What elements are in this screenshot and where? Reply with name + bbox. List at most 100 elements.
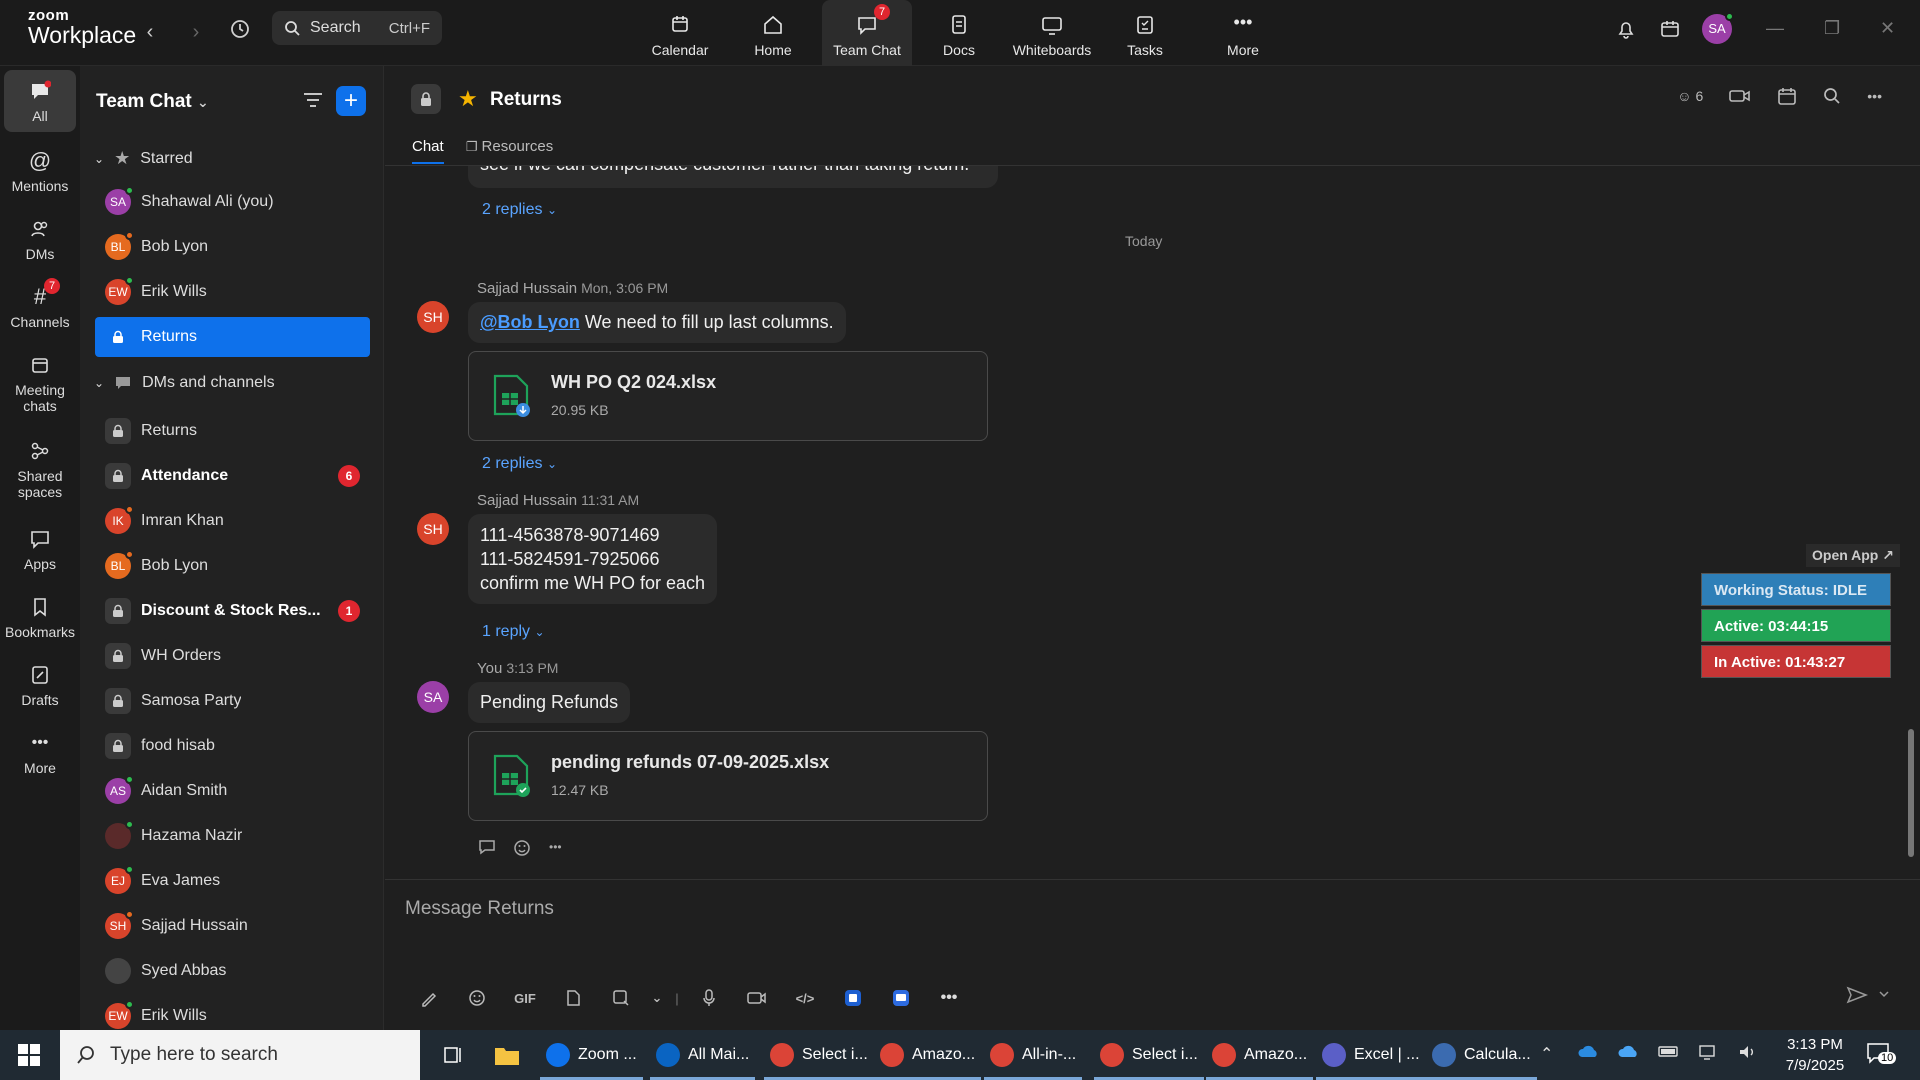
search-box[interactable]: Search Ctrl+F xyxy=(272,11,442,45)
replies-link[interactable]: 2 replies ⌄ xyxy=(482,455,557,473)
calendar-app-icon[interactable] xyxy=(1656,18,1684,46)
taskbar-app[interactable]: All-in-... xyxy=(984,1030,1083,1080)
open-app-button[interactable]: Open App ↗ xyxy=(1806,544,1900,567)
file-attachment[interactable]: WH PO Q2 024.xlsx 20.95 KB xyxy=(468,351,988,441)
sender-name[interactable]: You xyxy=(477,660,502,677)
app-shortcut-icon[interactable] xyxy=(829,986,877,1010)
screenshot-icon[interactable] xyxy=(597,986,645,1010)
list-item[interactable]: AS Aidan Smith xyxy=(95,771,370,811)
zoom-app-icon[interactable] xyxy=(877,986,925,1010)
taskbar-app[interactable]: Select i... xyxy=(1094,1030,1204,1080)
list-item[interactable]: BL Bob Lyon xyxy=(95,546,370,586)
star-icon[interactable]: ★ xyxy=(458,86,478,112)
taskbar-app[interactable]: Amazo... xyxy=(1206,1030,1314,1080)
onedrive-icon[interactable] xyxy=(1578,1044,1600,1063)
nav-tasks[interactable]: Tasks xyxy=(1100,0,1190,66)
message-bubble[interactable]: Pending Refunds xyxy=(468,682,631,723)
onedrive-personal-icon[interactable] xyxy=(1618,1044,1640,1063)
video-message-icon[interactable] xyxy=(733,986,781,1010)
rail-channels[interactable]: # 7 Channels xyxy=(4,278,76,330)
list-item[interactable]: Returns xyxy=(95,317,370,357)
battery-icon[interactable] xyxy=(1658,1044,1680,1063)
forward-arrow-icon[interactable]: › xyxy=(182,18,210,46)
maximize-icon[interactable]: ❐ xyxy=(1824,18,1840,39)
list-item[interactable]: Syed Abbas xyxy=(95,951,370,991)
taskbar-app[interactable]: Excel | ... xyxy=(1316,1030,1426,1080)
nav-calendar[interactable]: Calendar xyxy=(635,0,725,66)
code-snippet-icon[interactable]: </> xyxy=(781,986,829,1010)
more-options-icon[interactable]: ••• xyxy=(1867,88,1882,104)
history-icon[interactable] xyxy=(226,18,254,46)
sender-avatar[interactable]: SA xyxy=(417,681,449,713)
sender-name[interactable]: Sajjad Hussain xyxy=(477,280,577,297)
message-bubble[interactable]: 111-4563878-9071469 111-5824591-7925066 … xyxy=(468,514,718,604)
replies-link[interactable]: 1 reply ⌄ xyxy=(482,623,545,641)
list-item[interactable]: WH Orders xyxy=(95,636,370,676)
taskbar-app[interactable]: Amazo... xyxy=(874,1030,982,1080)
rail-shared-spaces[interactable]: Shared spaces xyxy=(4,438,76,500)
close-icon[interactable]: ✕ xyxy=(1880,18,1895,39)
video-icon[interactable] xyxy=(1729,88,1751,104)
volume-icon[interactable] xyxy=(1738,1044,1758,1065)
microphone-icon[interactable] xyxy=(685,986,733,1010)
user-avatar[interactable]: SA xyxy=(1702,12,1734,44)
list-item[interactable]: EJ Eva James xyxy=(95,861,370,901)
sidebar-title[interactable]: Team Chat ⌄ xyxy=(96,91,209,113)
nav-docs[interactable]: Docs xyxy=(914,0,1004,66)
list-item[interactable]: EW Erik Wills xyxy=(95,996,370,1030)
reply-icon[interactable] xyxy=(477,838,497,856)
list-item[interactable]: SA Shahawal Ali (you) xyxy=(95,182,370,222)
list-item[interactable]: EW Erik Wills xyxy=(95,272,370,312)
taskbar-app[interactable]: Calcula... xyxy=(1426,1030,1537,1080)
members-button[interactable]: ☺ 6 xyxy=(1677,88,1703,104)
system-clock[interactable]: 3:13 PM 7/9/2025 xyxy=(1782,1034,1848,1076)
rail-apps[interactable]: Apps xyxy=(4,526,76,572)
list-item[interactable]: Hazama Nazir xyxy=(95,816,370,856)
more-options-icon[interactable]: ••• xyxy=(549,838,562,858)
message-bubble[interactable]: @Bob Lyon We need to fill up last column… xyxy=(468,302,846,343)
rail-dms[interactable]: DMs xyxy=(4,216,76,262)
section-starred[interactable]: ⌄ ★ Starred xyxy=(94,148,193,169)
list-item[interactable]: food hisab xyxy=(95,726,370,766)
rail-meeting-chats[interactable]: Meeting chats xyxy=(4,352,76,414)
tab-chat[interactable]: Chat xyxy=(412,138,444,164)
mention-link[interactable]: @Bob Lyon xyxy=(480,312,580,332)
file-attachment[interactable]: pending refunds 07-09-2025.xlsx 12.47 KB xyxy=(468,731,988,821)
search-icon[interactable] xyxy=(1823,87,1841,105)
message-bubble-partial[interactable]: see if we can compensate customer rather… xyxy=(468,166,998,188)
send-button[interactable] xyxy=(1846,984,1890,1011)
nav-team-chat[interactable]: 7 Team Chat xyxy=(822,0,912,66)
list-item[interactable]: IK Imran Khan xyxy=(95,501,370,541)
channel-name[interactable]: Returns xyxy=(490,89,562,111)
section-dms-channels[interactable]: ⌄ DMs and channels xyxy=(94,374,275,392)
sender-avatar[interactable]: SH xyxy=(417,513,449,545)
emoji-icon[interactable] xyxy=(453,986,501,1010)
message-input[interactable] xyxy=(405,894,1805,924)
sender-name[interactable]: Sajjad Hussain xyxy=(477,492,577,509)
rail-bookmarks[interactable]: Bookmarks xyxy=(4,594,76,640)
file-explorer-icon[interactable] xyxy=(488,1030,526,1080)
rail-more[interactable]: ••• More xyxy=(4,730,76,776)
minimize-icon[interactable]: — xyxy=(1766,18,1784,39)
gif-button[interactable]: GIF xyxy=(501,986,549,1010)
task-view-icon[interactable] xyxy=(436,1030,470,1080)
rail-drafts[interactable]: Drafts xyxy=(4,662,76,708)
taskbar-app[interactable]: Zoom ... xyxy=(540,1030,643,1080)
windows-start-icon[interactable] xyxy=(18,1044,40,1071)
list-item[interactable]: SH Sajjad Hussain xyxy=(95,906,370,946)
scrollbar-thumb[interactable] xyxy=(1908,729,1914,857)
tray-chevron-icon[interactable]: ⌃ xyxy=(1540,1044,1553,1064)
list-item[interactable]: Discount & Stock Res... 1 xyxy=(95,591,370,631)
list-item[interactable]: Attendance 6 xyxy=(95,456,370,496)
nav-home[interactable]: Home xyxy=(728,0,818,66)
taskbar-app[interactable]: Select i... xyxy=(764,1030,874,1080)
back-arrow-icon[interactable]: ‹ xyxy=(136,18,164,46)
chevron-down-icon[interactable]: ⌄ xyxy=(645,986,669,1010)
list-item[interactable]: Returns xyxy=(95,411,370,451)
notification-center[interactable]: 10 xyxy=(1866,1042,1897,1069)
taskbar-app[interactable]: All Mai... xyxy=(650,1030,756,1080)
tab-resources[interactable]: ❐ Resources xyxy=(466,138,554,164)
filter-icon[interactable] xyxy=(302,90,324,115)
new-chat-button[interactable]: + xyxy=(336,86,366,116)
list-item[interactable]: BL Bob Lyon xyxy=(95,227,370,267)
